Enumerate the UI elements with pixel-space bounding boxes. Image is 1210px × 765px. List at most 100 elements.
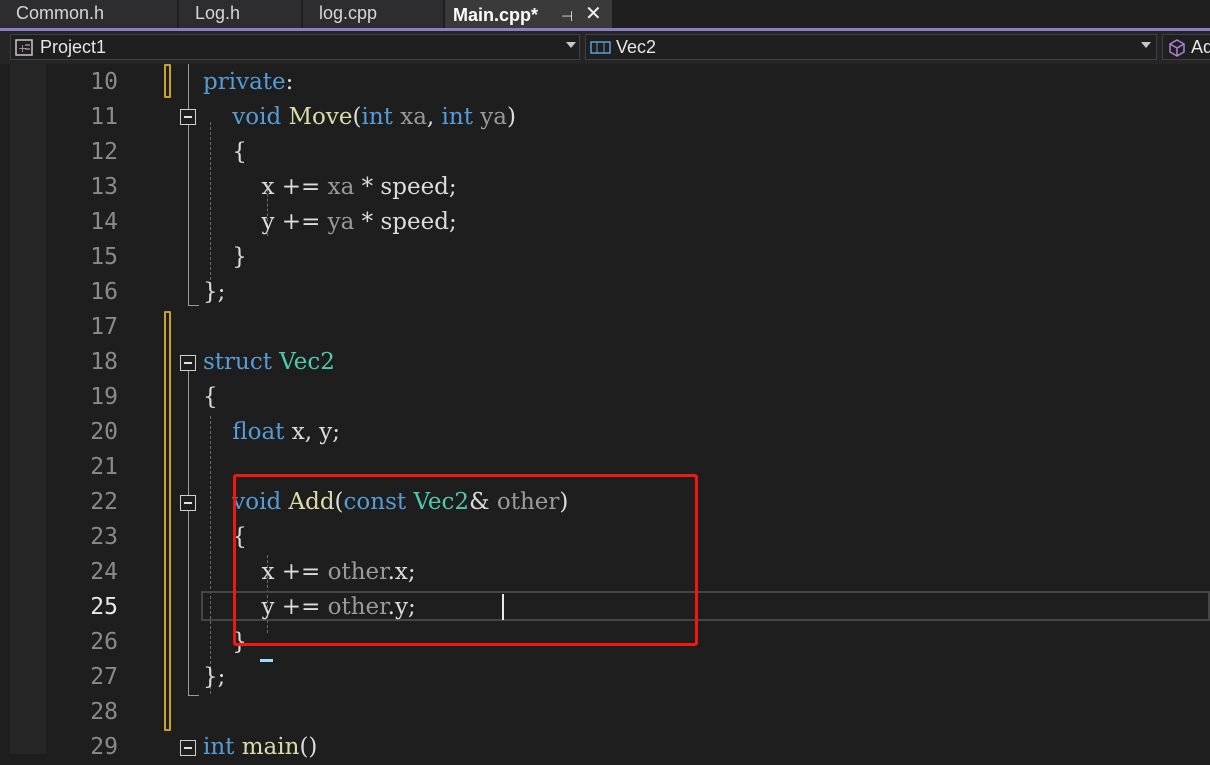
line-number: 28 bbox=[90, 699, 118, 725]
line-number: 16 bbox=[90, 279, 118, 305]
code-token: xa bbox=[327, 174, 355, 200]
tab-log-cpp[interactable]: log.cpp bbox=[303, 0, 443, 28]
change-marker bbox=[164, 311, 171, 731]
code-line[interactable]: { bbox=[203, 135, 247, 170]
scope-dropdown[interactable]: Vec2 bbox=[585, 34, 1157, 60]
line-number: 19 bbox=[90, 384, 118, 410]
document-tab-bar: Common.h Log.h log.cpp Main.cpp* ⊣ ✕ bbox=[0, 0, 1210, 29]
scope-guide-line bbox=[188, 64, 189, 306]
code-token: int bbox=[441, 104, 473, 130]
code-token: float bbox=[232, 419, 285, 445]
code-token: x, y; bbox=[284, 419, 341, 445]
close-icon[interactable]: ✕ bbox=[585, 1, 602, 27]
scope-guide-end bbox=[188, 695, 199, 696]
line-number: 21 bbox=[90, 454, 118, 480]
code-token: void bbox=[232, 104, 282, 130]
collapse-toggle-icon[interactable] bbox=[180, 355, 196, 371]
tab-label: Main.cpp* bbox=[453, 5, 539, 25]
scope-name: Vec2 bbox=[616, 37, 657, 57]
code-line[interactable]: x += xa * speed; bbox=[203, 170, 457, 205]
code-token: ya bbox=[480, 104, 507, 130]
line-number: 24 bbox=[90, 559, 118, 585]
tab-label: log.cpp bbox=[319, 3, 378, 23]
line-number: 17 bbox=[90, 314, 118, 340]
navigation-bar: + Project1 Vec2 Ad bbox=[0, 31, 1210, 64]
tab-label: Log.h bbox=[195, 3, 241, 23]
code-token: main bbox=[241, 734, 300, 760]
code-token: }; bbox=[203, 279, 226, 305]
code-token: * speed; bbox=[354, 209, 457, 235]
tab-common-h[interactable]: Common.h bbox=[0, 0, 177, 28]
chevron-down-icon bbox=[566, 42, 576, 48]
collapse-toggle-icon[interactable] bbox=[180, 109, 196, 125]
collapse-toggle-icon[interactable] bbox=[180, 495, 196, 511]
struct-icon bbox=[590, 41, 611, 54]
code-token: } bbox=[203, 244, 247, 270]
code-line[interactable]: y += ya * speed; bbox=[203, 205, 457, 240]
code-token: , bbox=[426, 104, 442, 130]
scope-guide-end bbox=[188, 305, 199, 306]
code-line[interactable]: }; bbox=[203, 275, 225, 310]
code-token: { bbox=[203, 139, 247, 165]
code-token: : bbox=[285, 69, 294, 95]
code-token: { bbox=[203, 384, 218, 410]
project-name: Project1 bbox=[40, 37, 107, 57]
code-token: x += bbox=[203, 174, 328, 200]
code-token: * speed; bbox=[354, 174, 457, 200]
line-number: 26 bbox=[90, 629, 118, 655]
line-number: 29 bbox=[90, 734, 118, 760]
code-line[interactable]: }; bbox=[203, 660, 225, 695]
pin-icon[interactable]: ⊣ bbox=[561, 3, 573, 29]
code-token: () bbox=[299, 734, 318, 760]
code-line[interactable]: { bbox=[203, 380, 218, 415]
scope-guide-line bbox=[188, 371, 189, 696]
tab-main-cpp[interactable]: Main.cpp* ⊣ ✕ bbox=[445, 0, 612, 28]
line-number: 27 bbox=[90, 664, 118, 690]
line-number: 23 bbox=[90, 524, 118, 550]
cube-icon bbox=[1169, 39, 1185, 57]
code-token: y += bbox=[203, 209, 328, 235]
project-icon: + bbox=[15, 39, 33, 56]
annotation-highlight-box bbox=[233, 474, 698, 646]
line-number: 25 bbox=[90, 594, 118, 620]
member-name: Ad bbox=[1191, 37, 1210, 57]
line-number: 15 bbox=[90, 244, 118, 270]
code-token: struct bbox=[203, 349, 272, 375]
line-number: 18 bbox=[90, 349, 118, 375]
line-number: 11 bbox=[90, 104, 118, 130]
code-token: int bbox=[361, 104, 393, 130]
tab-label: Common.h bbox=[16, 3, 105, 23]
brace-match-marker bbox=[260, 659, 273, 662]
code-line[interactable]: private: bbox=[203, 65, 293, 100]
code-token: private bbox=[203, 69, 286, 95]
code-token: xa bbox=[400, 104, 427, 130]
code-token: ya bbox=[327, 209, 355, 235]
code-token: ) bbox=[506, 104, 516, 130]
line-number: 20 bbox=[90, 419, 118, 445]
project-dropdown[interactable]: + Project1 bbox=[10, 34, 580, 60]
line-number: 14 bbox=[90, 209, 118, 235]
tab-log-h[interactable]: Log.h bbox=[179, 0, 301, 28]
code-line[interactable]: void Move(int xa, int ya) bbox=[203, 100, 516, 135]
line-number: 13 bbox=[90, 174, 118, 200]
code-line[interactable]: int main() bbox=[203, 730, 317, 765]
code-token: Vec2 bbox=[279, 349, 335, 375]
code-token: }; bbox=[203, 664, 226, 690]
line-number: 22 bbox=[90, 489, 118, 515]
code-editor[interactable]: 10 private: 11 void Move(int xa, int ya) 12… bbox=[0, 64, 1210, 760]
line-number: 10 bbox=[90, 69, 118, 95]
glyph-margin bbox=[10, 64, 46, 754]
chevron-down-icon bbox=[1141, 42, 1151, 48]
member-dropdown[interactable]: Ad bbox=[1162, 34, 1210, 60]
code-token: Move bbox=[288, 104, 353, 130]
line-number: 12 bbox=[90, 139, 118, 165]
change-marker bbox=[164, 64, 171, 98]
code-token: int bbox=[203, 734, 235, 760]
code-line[interactable]: float x, y; bbox=[203, 415, 340, 450]
code-line[interactable]: } bbox=[203, 240, 247, 275]
code-line[interactable]: struct Vec2 bbox=[203, 345, 335, 380]
